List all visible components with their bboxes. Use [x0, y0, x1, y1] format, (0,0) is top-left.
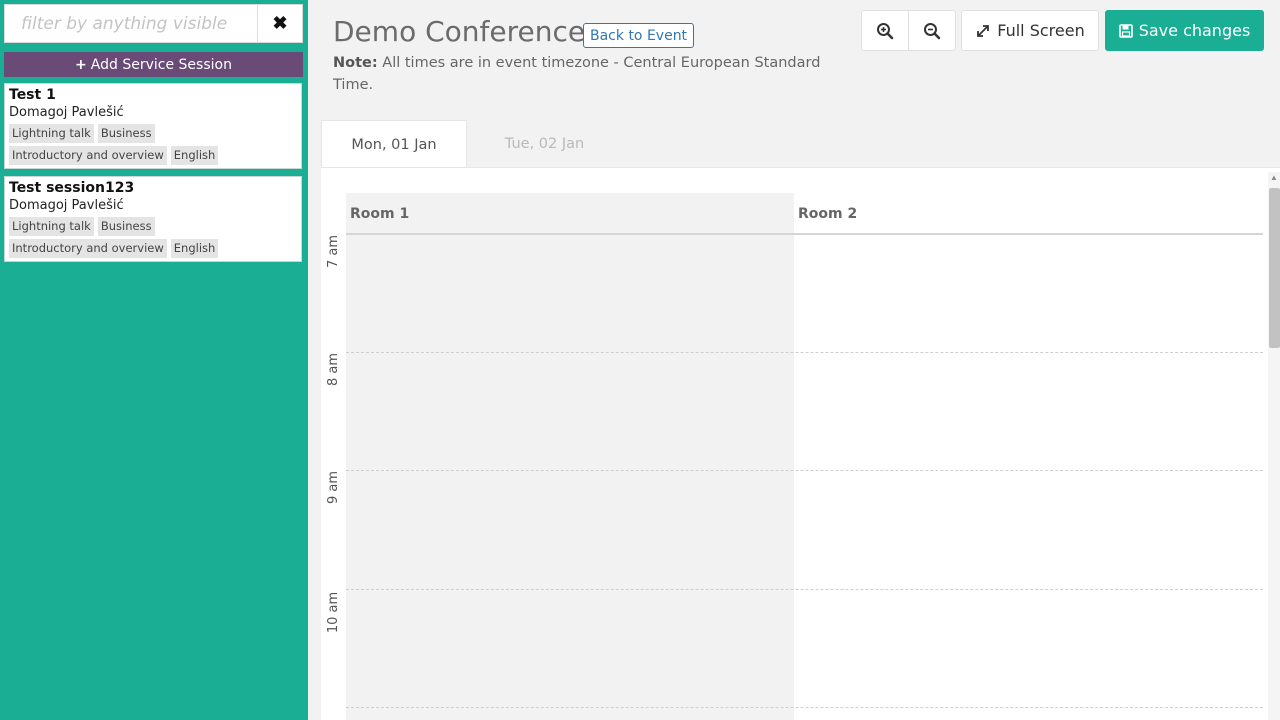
session-tag: Lightning talk	[9, 124, 94, 143]
add-session-label: Add Service Session	[90, 56, 232, 73]
room-header: Room 1	[350, 205, 410, 222]
hour-divider	[346, 470, 1263, 471]
session-tag: Business	[97, 124, 155, 143]
filter-input[interactable]	[5, 5, 257, 42]
plus-icon: +	[75, 56, 87, 73]
save-changes-label: Save changes	[1138, 21, 1251, 40]
session-tag: Introductory and overview	[9, 146, 167, 165]
note-text: All times are in event timezone - Centra…	[333, 55, 821, 93]
zoom-in-icon	[877, 22, 894, 39]
header-divider	[346, 233, 1263, 235]
filter-box: ✖	[4, 4, 303, 43]
time-label: 10 am	[326, 591, 342, 633]
tab-tue-02-jan[interactable]: Tue, 02 Jan	[467, 120, 622, 168]
close-icon: ✖	[272, 13, 288, 33]
session-tag: Lightning talk	[9, 217, 94, 236]
session-speaker: Domagoj Pavlešić	[9, 198, 124, 213]
back-to-event-button[interactable]: Back to Event	[583, 23, 695, 48]
note-label: Note:	[333, 55, 378, 71]
session-title: Test 1	[9, 87, 56, 103]
expand-icon	[977, 24, 990, 37]
session-tag: Business	[97, 217, 155, 236]
zoom-out-icon	[924, 22, 941, 39]
room-header: Room 2	[798, 205, 858, 222]
full-screen-label: Full Screen	[997, 21, 1085, 40]
tag-row: Introductory and overview English	[9, 239, 297, 258]
tab-mon-01-jan[interactable]: Mon, 01 Jan	[321, 120, 467, 168]
hour-divider	[346, 589, 1263, 590]
session-title: Test session123	[9, 180, 135, 196]
session-card[interactable]: Test 1 Domagoj Pavlešić Lightning talk B…	[4, 83, 302, 169]
time-label: 8 am	[326, 352, 342, 386]
timezone-note: Note: All times are in event timezone - …	[333, 52, 853, 96]
scroll-up-arrow-icon[interactable]: ▲	[1270, 174, 1278, 182]
time-label: 7 am	[326, 234, 342, 268]
session-card[interactable]: Test session123 Domagoj Pavlešić Lightni…	[4, 176, 302, 262]
tag-row: Lightning talk Business	[9, 124, 297, 143]
floppy-disk-icon	[1118, 23, 1133, 38]
session-tag: Introductory and overview	[9, 239, 167, 258]
zoom-in-button[interactable]	[861, 10, 909, 51]
time-label: 9 am	[326, 470, 342, 504]
sidebar: ✖ + Add Service Session Test 1 Domagoj P…	[0, 0, 308, 720]
session-tag: English	[170, 146, 219, 165]
tag-row: Introductory and overview English	[9, 146, 297, 165]
zoom-out-button[interactable]	[908, 10, 956, 51]
hour-divider	[346, 707, 1263, 708]
session-speaker: Domagoj Pavlešić	[9, 105, 124, 120]
tag-row: Lightning talk Business	[9, 217, 297, 236]
session-tag: English	[170, 239, 219, 258]
add-service-session-button[interactable]: + Add Service Session	[4, 52, 303, 77]
room-1-column[interactable]	[346, 193, 794, 720]
clear-filter-button[interactable]: ✖	[257, 5, 302, 42]
scrollbar-thumb[interactable]	[1269, 188, 1280, 348]
hour-divider	[346, 352, 1263, 353]
page-title: Demo Conference	[333, 15, 586, 48]
save-changes-button[interactable]: Save changes	[1105, 10, 1264, 51]
full-screen-button[interactable]: Full Screen	[961, 10, 1099, 51]
